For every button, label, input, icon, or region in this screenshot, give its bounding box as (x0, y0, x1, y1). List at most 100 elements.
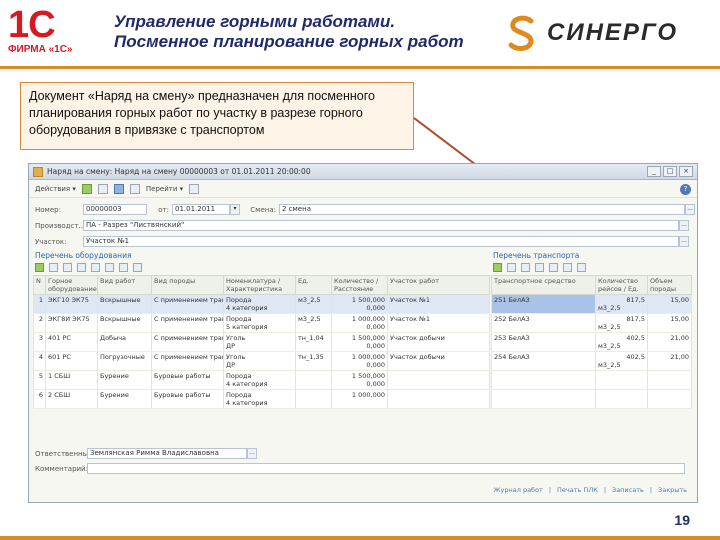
transport-row[interactable]: 251 БелАЗ 817,5 м3_2,5 15,00 (491, 294, 692, 314)
equipment-cell[interactable]: 2 СБШ (45, 389, 98, 409)
volume-cell[interactable]: 15,00 (647, 294, 692, 314)
minimize-icon[interactable]: _ (647, 166, 661, 177)
equipment-row[interactable]: 1 ЭКГ10 ЭК75 Вскрышные С применением тра… (33, 294, 490, 314)
date-field[interactable]: 01.01.2011 (172, 204, 230, 215)
equipment-cell[interactable]: 1 СБШ (45, 370, 98, 390)
area-cell[interactable]: Участок №1 (387, 313, 490, 333)
col-header-equipment[interactable]: Горное оборудование (45, 275, 98, 295)
structure-icon[interactable] (189, 183, 200, 194)
refresh-icon[interactable] (129, 183, 140, 194)
col-header-nomenclature[interactable]: Номенклатура / Характеристика (223, 275, 296, 295)
quantity-cell[interactable]: 1 000,000 0,000 (331, 313, 388, 333)
equipment-row[interactable]: 5 1 СБШ Бурение Буровые работы Порода 4 к… (33, 370, 490, 390)
vehicle-cell[interactable]: 252 БелАЗ (491, 313, 596, 333)
area-cell[interactable] (387, 370, 490, 390)
close-link[interactable]: Закрыть (658, 486, 687, 494)
sort-desc-icon[interactable] (133, 262, 142, 272)
edit-transport-icon[interactable] (521, 262, 530, 272)
work-type-cell[interactable]: Вскрышные (97, 313, 152, 333)
transport-row[interactable]: 252 БелАЗ 817,5 м3_2,5 15,00 (491, 313, 692, 333)
col-header-area[interactable]: Участок работ (387, 275, 490, 295)
vehicle-cell[interactable]: 254 БелАЗ (491, 351, 596, 371)
col-header-volume[interactable]: Объем породы (647, 275, 692, 295)
production-field[interactable]: ПА - Разрез "Листвянский" (83, 220, 679, 231)
equipment-cell[interactable]: 401 РС (45, 332, 98, 352)
equipment-row[interactable]: 3 401 РС Добыча С применением транспорта… (33, 332, 490, 352)
unit-cell[interactable]: тн_1,35 (295, 351, 332, 371)
rock-type-cell[interactable]: С применением транспорта (151, 332, 224, 352)
quantity-cell[interactable]: 1 500,000 0,000 (331, 332, 388, 352)
row-number[interactable]: 1 (33, 294, 46, 314)
move-up-icon[interactable] (91, 262, 100, 272)
help-icon[interactable]: ? (680, 184, 691, 195)
copy-transport-icon[interactable] (507, 262, 516, 272)
equipment-cell[interactable]: 601 РС (45, 351, 98, 371)
save-link[interactable]: Записать (612, 486, 644, 494)
col-header-unit[interactable]: Ед. (295, 275, 332, 295)
unit-cell[interactable]: м3_2,5 (295, 313, 332, 333)
quantity-cell[interactable]: 1 000,000 (331, 389, 388, 409)
sort-asc-icon[interactable] (119, 262, 128, 272)
move-down-transport-icon[interactable] (563, 262, 572, 272)
print-link[interactable]: Печать ПЛК (557, 486, 598, 494)
delete-row-icon[interactable] (77, 262, 86, 272)
col-header-quantity[interactable]: Количество / Расстояние (331, 275, 388, 295)
save-icon[interactable] (81, 183, 92, 194)
add-transport-icon[interactable] (493, 262, 502, 272)
row-number[interactable]: 2 (33, 313, 46, 333)
sort-transport-icon[interactable] (577, 262, 586, 272)
trips-cell[interactable]: 817,5 м3_2,5 (595, 294, 648, 314)
unit-cell[interactable] (295, 370, 332, 390)
shift-field[interactable]: 2 смена (279, 204, 685, 215)
nomenclature-cell[interactable]: Порода 4 категория (223, 389, 296, 409)
delete-transport-icon[interactable] (535, 262, 544, 272)
quantity-cell[interactable]: 1 000,000 0,000 (331, 351, 388, 371)
copy-row-icon[interactable] (49, 262, 58, 272)
move-down-icon[interactable] (105, 262, 114, 272)
post-icon[interactable] (113, 183, 124, 194)
maximize-icon[interactable]: □ (663, 166, 677, 177)
rock-type-cell[interactable]: С применением транспорта (151, 351, 224, 371)
equipment-row[interactable]: 4 601 РС Погрузочные С применением транс… (33, 351, 490, 371)
equipment-row[interactable]: 2 ЭКГ8И ЭК75 Вскрышные С применением тра… (33, 313, 490, 333)
row-number[interactable]: 5 (33, 370, 46, 390)
rock-type-cell[interactable]: С применением транспорта (151, 313, 224, 333)
area-cell[interactable]: Участок добычи (387, 351, 490, 371)
col-header-work[interactable]: Вид работ (97, 275, 152, 295)
work-type-cell[interactable]: Вскрышные (97, 294, 152, 314)
trips-cell[interactable]: 402,5 м3_2,5 (595, 332, 648, 352)
area-cell[interactable] (387, 389, 490, 409)
actions-menu[interactable]: Действия ▾ (35, 185, 76, 193)
work-type-cell[interactable]: Бурение (97, 389, 152, 409)
comment-field[interactable] (87, 463, 685, 474)
volume-cell[interactable]: 21,00 (647, 351, 692, 371)
work-type-cell[interactable]: Бурение (97, 370, 152, 390)
date-picker-button[interactable]: ▾ (230, 204, 240, 215)
row-number[interactable]: 4 (33, 351, 46, 371)
quantity-cell[interactable]: 1 500,000 0,000 (331, 370, 388, 390)
equipment-cell[interactable]: ЭКГ10 ЭК75 (45, 294, 98, 314)
responsible-field[interactable]: Землянская Римма Владиславовна (87, 448, 247, 459)
work-type-cell[interactable]: Погрузочные (97, 351, 152, 371)
section-field[interactable]: Участок №1 (83, 236, 679, 247)
vehicle-cell[interactable]: 251 БелАЗ (491, 294, 596, 314)
rock-type-cell[interactable]: Буровые работы (151, 370, 224, 390)
work-type-cell[interactable]: Добыча (97, 332, 152, 352)
goto-menu[interactable]: Перейти ▾ (146, 185, 183, 193)
col-header-vehicle[interactable]: Транспортное средство (491, 275, 596, 295)
area-cell[interactable]: Участок добычи (387, 332, 490, 352)
col-header-trips[interactable]: Количество рейсов / Ед. (595, 275, 648, 295)
area-cell[interactable]: Участок №1 (387, 294, 490, 314)
nomenclature-cell[interactable]: Уголь ДР (223, 351, 296, 371)
trips-cell[interactable]: 402,5 м3_2,5 (595, 351, 648, 371)
journal-link[interactable]: Журнал работ (494, 486, 543, 494)
rock-type-cell[interactable]: С применением транспорта (151, 294, 224, 314)
move-up-transport-icon[interactable] (549, 262, 558, 272)
production-select-button[interactable]: ... (679, 220, 689, 231)
volume-cell[interactable]: 21,00 (647, 332, 692, 352)
unit-cell[interactable]: тн_1,04 (295, 332, 332, 352)
equipment-cell[interactable]: ЭКГ8И ЭК75 (45, 313, 98, 333)
quantity-cell[interactable]: 1 500,000 0,000 (331, 294, 388, 314)
window-titlebar[interactable]: Наряд на смену: Наряд на смену 00000003 … (29, 164, 697, 180)
nomenclature-cell[interactable]: Уголь ДР (223, 332, 296, 352)
